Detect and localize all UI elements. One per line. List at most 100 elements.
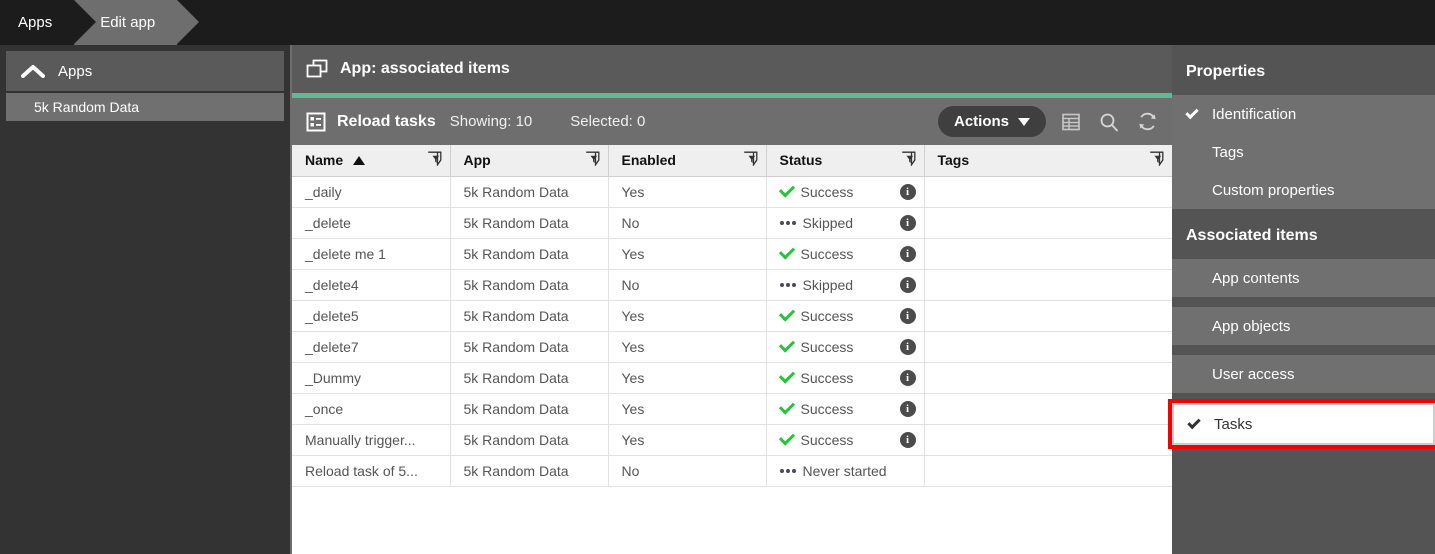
info-icon[interactable]: i <box>899 214 916 231</box>
info-icon[interactable]: i <box>899 338 916 355</box>
column-header-enabled[interactable]: Enabled <box>608 145 767 177</box>
sort-ascending-icon[interactable] <box>353 155 366 165</box>
app-root: Apps Edit app Apps 5k Random Data App: a… <box>0 0 1435 554</box>
cell-status: Success i <box>766 331 925 363</box>
sidebar-header-apps[interactable]: Apps <box>6 51 284 91</box>
cell-tags <box>924 393 1172 425</box>
column-label: Status <box>779 152 823 169</box>
cell-tags <box>924 331 1172 363</box>
table-row[interactable]: Manually trigger... 5k Random Data Yes Succ… <box>292 424 1172 456</box>
table-row[interactable]: Reload task of 5... 5k Random Data No Never… <box>292 455 1172 487</box>
properties-item-tasks[interactable]: Tasks <box>1168 399 1435 449</box>
filter-icon[interactable] <box>901 151 916 169</box>
cell-tags <box>924 207 1172 239</box>
cell-enabled: Yes <box>608 331 767 363</box>
column-header-status[interactable]: Status <box>766 145 925 177</box>
properties-item-app-objects[interactable]: App objects <box>1172 307 1435 345</box>
filter-icon[interactable] <box>743 151 758 169</box>
table-header-row: Name App Enabled Status Tags <box>292 145 1172 177</box>
cell-app: 5k Random Data <box>450 455 609 487</box>
cell-tags <box>924 362 1172 394</box>
copy-app-icon <box>306 59 328 79</box>
properties-item-identification[interactable]: Identification <box>1172 95 1435 133</box>
info-icon[interactable]: i <box>899 276 916 293</box>
cell-tags <box>924 300 1172 332</box>
filter-icon[interactable] <box>1149 151 1164 169</box>
status-label: Success <box>800 307 854 324</box>
table-row[interactable]: _once 5k Random Data Yes Success i <box>292 393 1172 425</box>
properties-item-label: Custom properties <box>1212 181 1335 199</box>
breadcrumb-label: Apps <box>18 14 53 31</box>
cell-status: Success i <box>766 393 925 425</box>
actions-button[interactable]: Actions <box>937 106 1046 137</box>
info-icon[interactable]: i <box>899 183 916 200</box>
breadcrumb-label: Edit app <box>100 14 156 31</box>
info-icon[interactable]: i <box>899 369 916 386</box>
properties-item-app-contents[interactable]: App contents <box>1172 259 1435 297</box>
check-icon <box>778 305 795 322</box>
cell-app: 5k Random Data <box>450 176 609 208</box>
cell-name: _delete4 <box>292 269 451 301</box>
reload-tasks-icon <box>306 111 326 133</box>
info-icon[interactable]: i <box>899 400 916 417</box>
left-sidebar: Apps 5k Random Data <box>0 45 290 554</box>
sidebar-item-5k-random-data[interactable]: 5k Random Data <box>6 93 284 121</box>
filter-icon[interactable] <box>585 151 600 169</box>
cell-enabled: No <box>608 207 767 239</box>
cell-tags <box>924 424 1172 456</box>
status-label: Success <box>800 400 854 417</box>
breadcrumb: Apps Edit app <box>0 0 1435 45</box>
dots-icon <box>779 282 796 287</box>
properties-panel: Properties Identification Tags Custom prope… <box>1168 45 1435 554</box>
table-row[interactable]: _delete7 5k Random Data Yes Success i <box>292 331 1172 363</box>
cell-status: Success i <box>766 362 925 394</box>
table-row[interactable]: _delete5 5k Random Data Yes Success i <box>292 300 1172 332</box>
check-icon <box>778 243 795 260</box>
properties-item-label: Tasks <box>1214 415 1253 433</box>
properties-item-custom-properties[interactable]: Custom properties <box>1172 171 1435 209</box>
info-icon[interactable]: i <box>899 307 916 324</box>
breadcrumb-item-apps[interactable]: Apps <box>0 0 97 45</box>
table-columns-icon[interactable] <box>1058 109 1084 135</box>
cell-name: Reload task of 5... <box>292 455 451 487</box>
cell-name: _delete5 <box>292 300 451 332</box>
cell-app: 5k Random Data <box>450 238 609 270</box>
cell-tags <box>924 455 1172 487</box>
cell-enabled: Yes <box>608 424 767 456</box>
properties-item-label: Identification <box>1212 105 1297 123</box>
column-label: App <box>463 152 491 169</box>
showing-count: Showing: 10 <box>449 113 533 130</box>
cell-enabled: Yes <box>608 300 767 332</box>
cell-app: 5k Random Data <box>450 393 609 425</box>
table-row[interactable]: _delete4 5k Random Data No Skipped i <box>292 269 1172 301</box>
cell-status: Success i <box>766 300 925 332</box>
column-header-tags[interactable]: Tags <box>924 145 1172 177</box>
refresh-icon[interactable] <box>1134 109 1160 135</box>
column-header-app[interactable]: App <box>450 145 609 177</box>
tasks-table-container: Name App Enabled Status Tags _daily 5k R… <box>292 145 1172 554</box>
cell-app: 5k Random Data <box>450 362 609 394</box>
properties-section-title: Associated items <box>1186 227 1318 244</box>
column-header-name[interactable]: Name <box>292 145 451 177</box>
properties-item-tags[interactable]: Tags <box>1172 133 1435 171</box>
info-icon[interactable]: i <box>899 245 916 262</box>
search-icon[interactable] <box>1096 109 1122 135</box>
status-label: Success <box>800 183 854 200</box>
dots-icon <box>779 468 796 473</box>
properties-item-separator <box>1172 393 1435 403</box>
properties-item-label: User access <box>1212 365 1295 383</box>
info-icon[interactable]: i <box>899 431 916 448</box>
status-label: Skipped <box>802 276 854 293</box>
cell-app: 5k Random Data <box>450 331 609 363</box>
table-row[interactable]: _Dummy 5k Random Data Yes Success i <box>292 362 1172 394</box>
table-row[interactable]: _daily 5k Random Data Yes Success i <box>292 176 1172 208</box>
properties-item-user-access[interactable]: User access <box>1172 355 1435 393</box>
status-label: Success <box>800 431 854 448</box>
cell-enabled: Yes <box>608 238 767 270</box>
table-row[interactable]: _delete 5k Random Data No Skipped i <box>292 207 1172 239</box>
cell-app: 5k Random Data <box>450 300 609 332</box>
cell-enabled: No <box>608 269 767 301</box>
table-row[interactable]: _delete me 1 5k Random Data Yes Success i <box>292 238 1172 270</box>
filter-icon[interactable] <box>427 151 442 169</box>
column-label: Name <box>305 152 344 169</box>
